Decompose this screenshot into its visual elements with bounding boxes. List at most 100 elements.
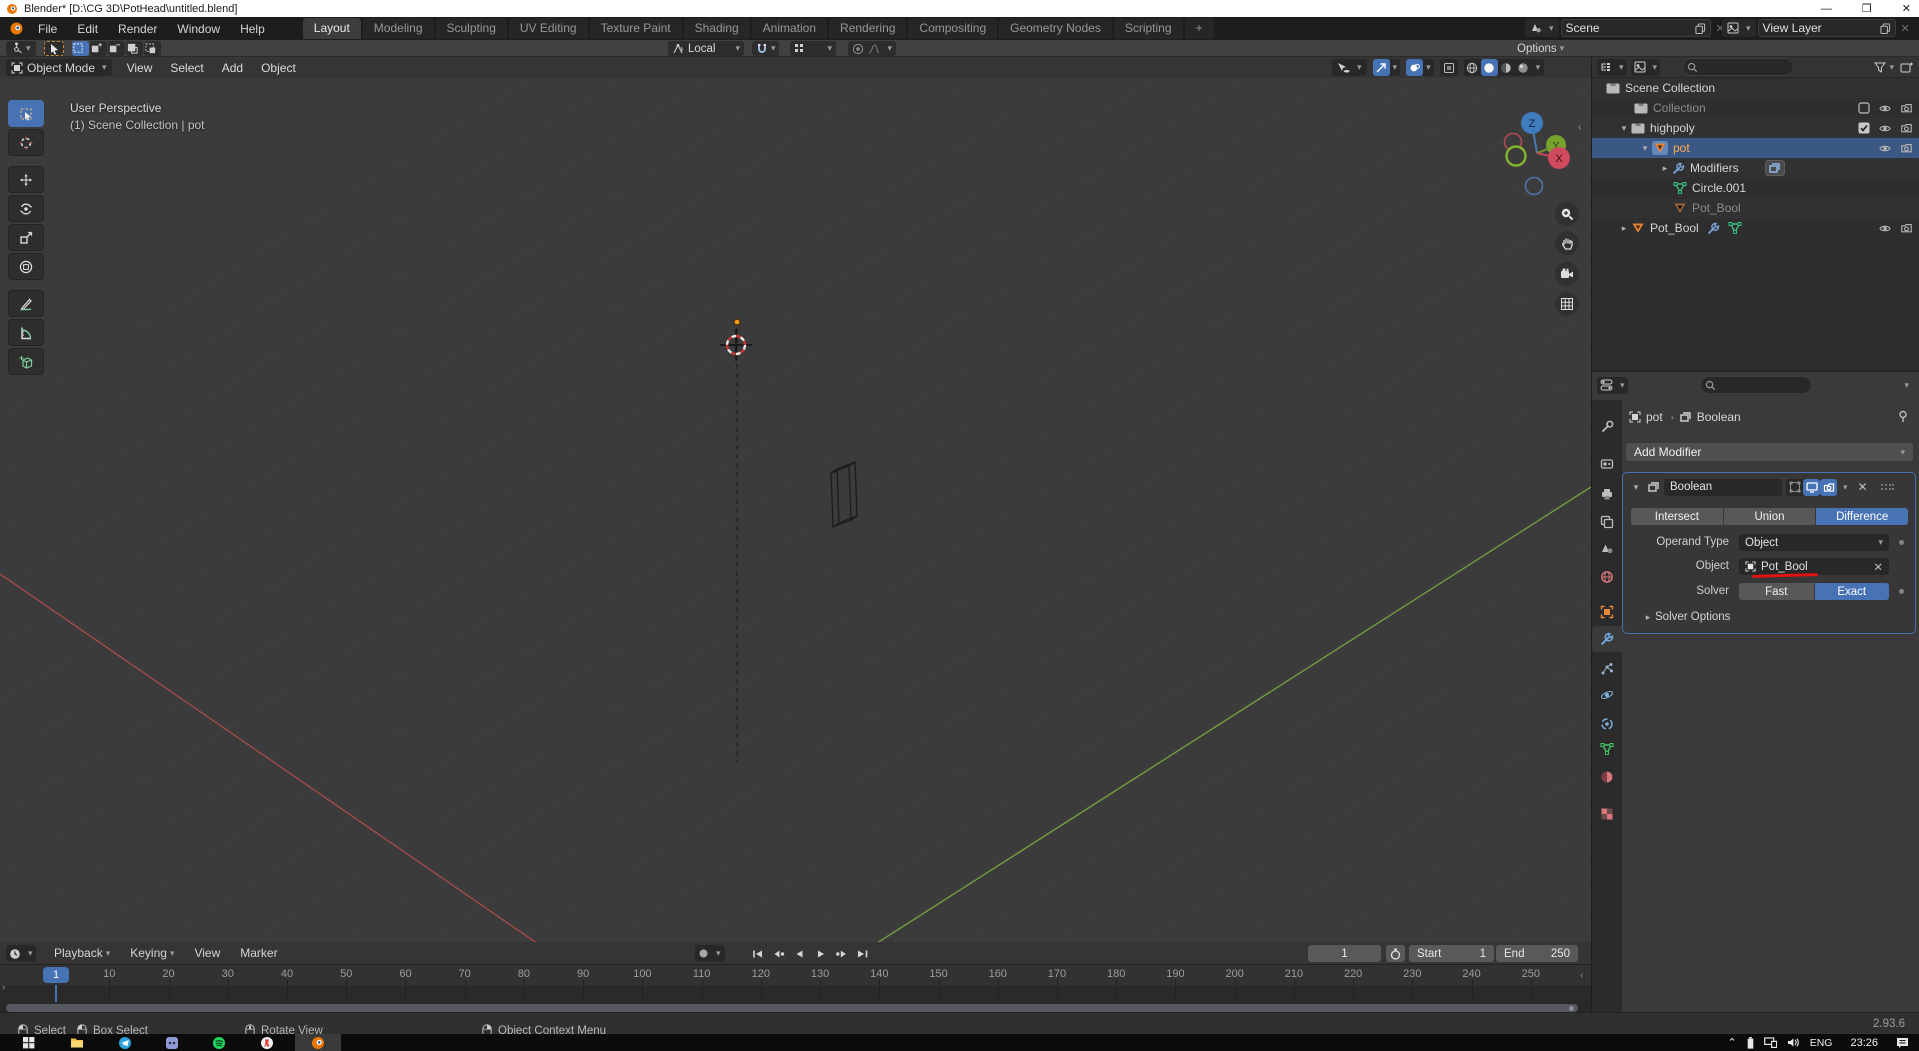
taskbar-app-explorer[interactable] [54,1034,100,1051]
outliner-row-modifiers[interactable]: ▸ Modifiers [1592,158,1919,178]
playhead-line[interactable] [55,985,57,1002]
outliner-row-pot_bool[interactable]: Pot_Bool [1592,198,1919,218]
modifier-name-field[interactable]: Boolean [1664,478,1782,496]
outliner-row-highpoly[interactable]: ▾ highpoly [1592,118,1919,138]
snap-toggle-button[interactable]: ▾ [752,41,779,56]
xray-toggle[interactable] [1439,59,1458,76]
edit-mode-toggle[interactable] [1786,479,1803,496]
tool-select-box[interactable] [8,100,44,127]
new-collection-icon[interactable] [1900,61,1913,73]
filter-dropdown[interactable]: ▾ [1874,62,1894,73]
eye-icon[interactable] [1878,102,1892,115]
viewport-3d[interactable]: User Perspective (1) Scene Collection | … [0,78,1591,959]
scene-browse-button[interactable]: ▾ [1525,19,1559,37]
shading-material-button[interactable] [1498,59,1515,76]
zoom-button[interactable] [1555,202,1579,226]
new-scene-icon[interactable] [1694,22,1706,34]
viewport-menu-add[interactable]: Add [213,61,252,75]
realtime-display-toggle[interactable] [1803,478,1820,496]
select-mode-extend[interactable] [90,41,107,56]
operand-type-dropdown[interactable]: Object ▾ [1739,534,1889,551]
new-view-layer-icon[interactable] [1879,22,1891,34]
hidden-icons-chevron[interactable]: ⌃ [1727,1036,1736,1049]
play-reverse-button[interactable] [790,945,809,962]
workspace-tab-animation[interactable]: Animation [751,18,828,39]
cursor-3d[interactable] [720,329,752,361]
speaker-icon[interactable] [1787,1037,1800,1048]
timeline-menu-keying[interactable]: Keying ▾ [120,946,184,960]
clear-object-icon[interactable]: ✕ [1873,560,1883,574]
toggle-ortho-button[interactable] [1555,292,1579,316]
render-display-toggle[interactable] [1820,478,1837,496]
tool-rotate[interactable] [8,195,44,222]
drag-handle-icon[interactable] [1880,483,1894,491]
transform-orientation-dropdown[interactable]: Local ▾ [668,41,744,56]
collapsed-arrow-icon[interactable]: ▸ [1617,223,1631,234]
outliner-row-scene-collection[interactable]: Scene Collection [1592,78,1919,98]
play-button[interactable] [811,945,830,962]
tool-annotate[interactable] [8,290,44,317]
language-indicator[interactable]: ENG [1810,1037,1833,1049]
taskbar-app-discord[interactable] [149,1034,195,1051]
remove-modifier-button[interactable]: ✕ [1858,480,1868,494]
eye-icon[interactable] [1878,142,1892,155]
chk-off-icon[interactable] [1858,102,1870,114]
properties-tab-modifiers[interactable] [1592,626,1622,652]
select-mode-subtract[interactable] [108,41,125,56]
gizmos-toggle-group[interactable]: ▾ [1372,59,1401,76]
solver-options-expander[interactable]: ▸ Solver Options [1641,611,1731,623]
workspace-tab-uv-editing[interactable]: UV Editing [508,18,588,39]
properties-tab-output[interactable] [1592,481,1622,507]
breadcrumb-object[interactable]: pot [1646,410,1663,424]
jump-start-button[interactable] [748,945,767,962]
tool-measure[interactable] [8,319,44,346]
viewport-options-dropdown[interactable]: Options ▾ [1517,41,1564,56]
object-origin-dot[interactable] [733,318,741,326]
timeline-menu-marker[interactable]: Marker [230,946,287,960]
operation-intersect-button[interactable]: Intersect [1631,508,1723,525]
minimize-button[interactable]: — [1821,3,1832,15]
outliner-row-collection[interactable]: Collection [1592,98,1919,118]
expand-arrow-icon[interactable]: ▾ [1629,482,1643,493]
camera-view-button[interactable] [1555,262,1579,286]
taskbar-app-blender[interactable] [295,1034,341,1051]
viewport-menu-object[interactable]: Object [252,61,305,75]
add-modifier-button[interactable]: Add Modifier ▾ [1626,443,1913,461]
eye-icon[interactable] [1878,122,1892,135]
viewport-menu-select[interactable]: Select [161,61,212,75]
timeline-menu-playback[interactable]: Playback ▾ [44,946,120,960]
tool-add-cube[interactable] [8,348,44,375]
selectability-dropdown[interactable]: ▾ [1332,59,1367,76]
animate-dot[interactable] [1899,540,1904,545]
shading-wireframe-button[interactable] [1464,59,1481,76]
editor-type-button[interactable]: ▾ [1597,58,1627,76]
overlays-dropdown[interactable]: ▾ [1426,62,1431,73]
properties-tab-material[interactable] [1592,764,1622,790]
frame-start-field[interactable]: Start 1 [1409,945,1494,962]
expanded-arrow-icon[interactable]: ▾ [1638,143,1652,154]
active-tool-indicator[interactable] [44,41,64,56]
timeline-menu-view[interactable]: View [184,946,230,960]
overlays-toggle-group[interactable]: ▾ [1406,59,1434,76]
workspace-tab-scripting[interactable]: Scripting [1113,18,1183,39]
view-layer-name-field[interactable]: View Layer [1757,19,1896,37]
show-overlays-toggle[interactable] [1406,59,1424,76]
properties-tab-render[interactable] [1592,451,1622,477]
shading-dropdown[interactable]: ▾ [1536,62,1541,73]
workspace-tab-compositing[interactable]: Compositing [908,18,998,39]
properties-tab-tool[interactable] [1592,414,1622,440]
restore-button[interactable]: ❐ [1862,2,1872,15]
playhead-current-frame[interactable]: 1 [43,967,69,983]
workspace-tab-shading[interactable]: Shading [683,18,750,39]
workspace-tab-+[interactable]: + [1184,18,1214,39]
current-frame-field[interactable]: 1 [1308,945,1381,962]
navigation-gizmo[interactable]: Y Z X [1496,106,1588,216]
taskbar-app-spotify[interactable] [196,1034,242,1051]
blender-menu-icon[interactable] [9,21,24,36]
outliner-row-pot[interactable]: ▾ pot [1592,138,1919,158]
outliner-search-field[interactable] [1682,58,1795,76]
collapsed-arrow-icon[interactable]: ▸ [1658,163,1672,174]
workspace-tab-geometry-nodes[interactable]: Geometry Nodes [999,18,1112,39]
scrollbar-zoom-handle[interactable] [1569,1005,1574,1011]
tool-transform[interactable] [8,253,44,280]
